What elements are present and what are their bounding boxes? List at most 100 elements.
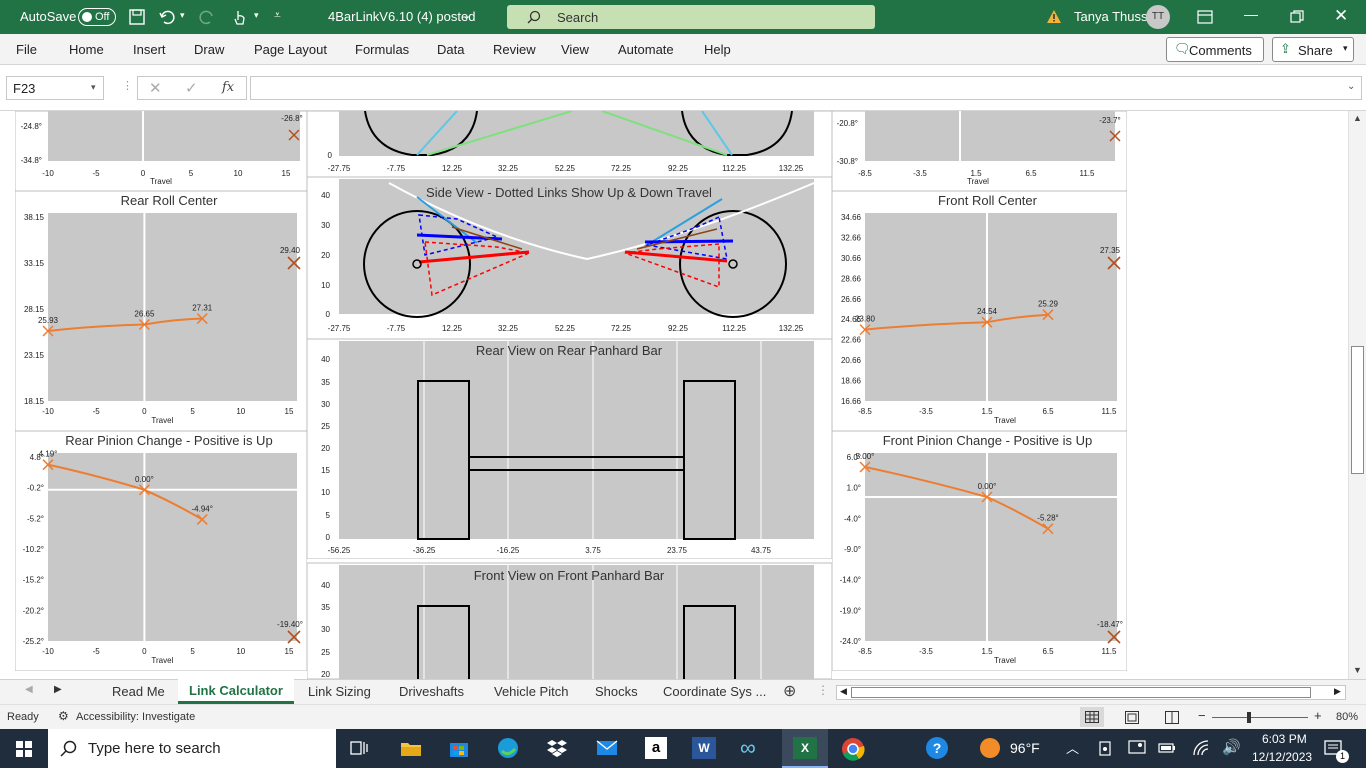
enter-check-icon[interactable]: ✓ xyxy=(185,79,198,97)
screen-capture-icon[interactable] xyxy=(1128,740,1146,756)
tab-formulas[interactable]: Formulas xyxy=(355,42,409,57)
tab-insert[interactable]: Insert xyxy=(133,42,166,57)
sheet-tab-shocks[interactable]: Shocks xyxy=(595,684,638,699)
scroll-right-icon[interactable]: ▶ xyxy=(1334,686,1341,697)
worksheet-area[interactable]: -24.8° -34.8° -10 -5 0 5 10 15 Travel -2… xyxy=(0,111,1366,679)
front-caster-chart-partial[interactable]: -20.8° -30.8° -8.5 -3.5 1.5 6.5 11.5 Tra… xyxy=(832,111,1127,191)
tab-home[interactable]: Home xyxy=(69,42,104,57)
front-panhard-chart[interactable]: Front View on Front Panhard Bar 40 35 30… xyxy=(307,559,832,679)
warning-icon[interactable] xyxy=(1046,9,1062,24)
edge-icon[interactable] xyxy=(497,737,519,759)
sheet-tab-link-sizing[interactable]: Link Sizing xyxy=(308,684,371,699)
sheet-tab-read-me[interactable]: Read Me xyxy=(112,684,165,699)
sheet-tab-driveshafts[interactable]: Driveshafts xyxy=(399,684,464,699)
tab-automate[interactable]: Automate xyxy=(618,42,674,57)
volume-icon[interactable]: 🔊 xyxy=(1222,738,1241,756)
add-sheet-icon[interactable]: ⊕ xyxy=(783,681,796,701)
excel-taskbar-button[interactable]: X xyxy=(782,729,828,768)
sheet-tab-link-calculator[interactable]: Link Calculator xyxy=(178,679,294,704)
tab-draw[interactable]: Draw xyxy=(194,42,224,57)
front-pinion-change-chart[interactable]: Front Pinion Change - Positive is Up6.0°… xyxy=(832,431,1127,671)
ribbon-display-icon[interactable] xyxy=(1197,10,1213,24)
infinity-app-icon[interactable]: ∞ xyxy=(740,735,756,761)
touch-dropdown-icon[interactable]: ▾ xyxy=(254,10,259,21)
tab-page-layout[interactable]: Page Layout xyxy=(254,42,327,57)
zoom-out-icon[interactable]: − xyxy=(1198,708,1206,723)
avatar[interactable]: TT xyxy=(1146,5,1170,29)
vertical-scrollbar[interactable]: ▲ ▼ xyxy=(1348,111,1366,679)
insert-function-icon[interactable]: fx xyxy=(222,80,234,95)
zoom-level[interactable]: 80% xyxy=(1336,711,1358,723)
prev-sheet-icon[interactable]: ◀ xyxy=(25,684,33,695)
tab-view[interactable]: View xyxy=(561,42,589,57)
cancel-entry-icon[interactable]: ✕ xyxy=(149,79,162,97)
search-box[interactable]: Search xyxy=(507,5,875,29)
share-button[interactable]: ⇪ Share ▾ xyxy=(1272,37,1354,62)
scroll-down-icon[interactable]: ▼ xyxy=(1353,665,1362,675)
amazon-icon[interactable]: a xyxy=(645,737,667,759)
word-icon[interactable]: W xyxy=(692,737,716,759)
user-name[interactable]: Tanya Thuss xyxy=(1074,9,1147,24)
wifi-icon[interactable] xyxy=(1192,740,1210,756)
tab-help[interactable]: Help xyxy=(704,42,731,57)
file-name[interactable]: 4BarLinkV6.10 (4) posted xyxy=(328,9,475,24)
dropbox-icon[interactable] xyxy=(546,738,568,758)
undo-icon[interactable] xyxy=(158,8,176,26)
weather-temp[interactable]: 96°F xyxy=(1010,740,1040,756)
scroll-thumb[interactable] xyxy=(1351,346,1364,474)
horizontal-scrollbar[interactable]: ◀ ▶ xyxy=(836,685,1346,700)
help-icon[interactable]: ? xyxy=(926,737,948,759)
battery-icon[interactable] xyxy=(1158,741,1176,755)
tab-data[interactable]: Data xyxy=(437,42,464,57)
clock-time[interactable]: 6:03 PM xyxy=(1262,732,1307,746)
front-roll-center-chart[interactable]: Front Roll Center 34.66 32.66 30.66 28.66 26.… xyxy=(832,191,1127,431)
show-hidden-icons[interactable]: ︿ xyxy=(1066,738,1079,757)
clock-date[interactable]: 12/12/2023 xyxy=(1252,750,1312,764)
zoom-slider[interactable] xyxy=(1212,717,1308,718)
tabs-splitter-icon[interactable]: ⋮ xyxy=(817,683,829,697)
name-box-dropdown-icon[interactable]: ▾ xyxy=(91,82,96,93)
formula-input[interactable]: ⌄ xyxy=(250,76,1362,100)
save-icon[interactable] xyxy=(128,8,146,26)
meet-now-icon[interactable] xyxy=(1098,741,1112,756)
name-box[interactable]: F23 ▾ xyxy=(6,76,104,100)
tab-review[interactable]: Review xyxy=(493,42,536,57)
minimize-icon[interactable]: — xyxy=(1244,6,1258,22)
rear-caster-chart-partial[interactable]: -24.8° -34.8° -10 -5 0 5 10 15 Travel -2… xyxy=(15,111,307,191)
page-break-view-icon[interactable] xyxy=(1165,711,1179,724)
normal-view-button[interactable] xyxy=(1080,707,1104,727)
tab-file[interactable]: File xyxy=(16,42,37,57)
touch-mode-icon[interactable] xyxy=(232,8,248,26)
expand-formula-icon[interactable]: ⌄ xyxy=(1347,81,1355,92)
file-name-chevron-icon[interactable]: ⌄ xyxy=(462,9,471,22)
accessibility-status[interactable]: Accessibility: Investigate xyxy=(76,711,195,723)
top-view-chart-partial[interactable]: 0 -27.75 -7.75 12.25 32.25 52.25 72.25 9… xyxy=(307,111,832,177)
rear-roll-center-chart[interactable]: Rear Roll Center 38.15 33.15 28.15 23.15 18.1… xyxy=(15,191,307,431)
chrome-icon[interactable] xyxy=(841,737,865,761)
accessibility-icon[interactable]: ⚙ xyxy=(58,709,69,723)
restore-icon[interactable] xyxy=(1290,10,1304,24)
mail-icon[interactable] xyxy=(596,739,618,757)
close-icon[interactable]: ✕ xyxy=(1334,6,1348,26)
microsoft-store-icon[interactable] xyxy=(449,738,469,758)
comments-button[interactable]: 🗨 Comments xyxy=(1166,37,1264,62)
task-view-icon[interactable] xyxy=(350,740,368,756)
zoom-slider-thumb[interactable] xyxy=(1247,712,1251,723)
taskbar-search[interactable]: Type here to search xyxy=(48,729,336,768)
zoom-in-icon[interactable]: + xyxy=(1314,708,1322,723)
scroll-up-icon[interactable]: ▲ xyxy=(1353,113,1362,123)
weather-icon[interactable] xyxy=(980,738,1000,758)
next-sheet-icon[interactable]: ▶ xyxy=(54,684,62,695)
side-view-chart[interactable]: Side View - Dotted Links Show Up & Down … xyxy=(307,177,832,339)
sheet-tab-coordinate-sys[interactable]: Coordinate Sys ... xyxy=(663,684,766,699)
page-layout-view-icon[interactable] xyxy=(1125,711,1139,724)
undo-dropdown-icon[interactable]: ▾ xyxy=(180,10,185,21)
rear-panhard-chart[interactable]: Rear View on Rear Panhard Bar 40 35 30 2… xyxy=(307,339,832,559)
file-explorer-icon[interactable] xyxy=(400,739,422,757)
rear-pinion-change-chart[interactable]: Rear Pinion Change - Positive is Up4.8°-… xyxy=(15,431,307,671)
sheet-tab-vehicle-pitch[interactable]: Vehicle Pitch xyxy=(494,684,568,699)
customize-qat-icon[interactable]: ⩡ xyxy=(274,8,281,23)
windows-start-icon[interactable] xyxy=(16,741,32,757)
scroll-left-icon[interactable]: ◀ xyxy=(840,686,847,697)
redo-icon[interactable] xyxy=(198,8,216,26)
